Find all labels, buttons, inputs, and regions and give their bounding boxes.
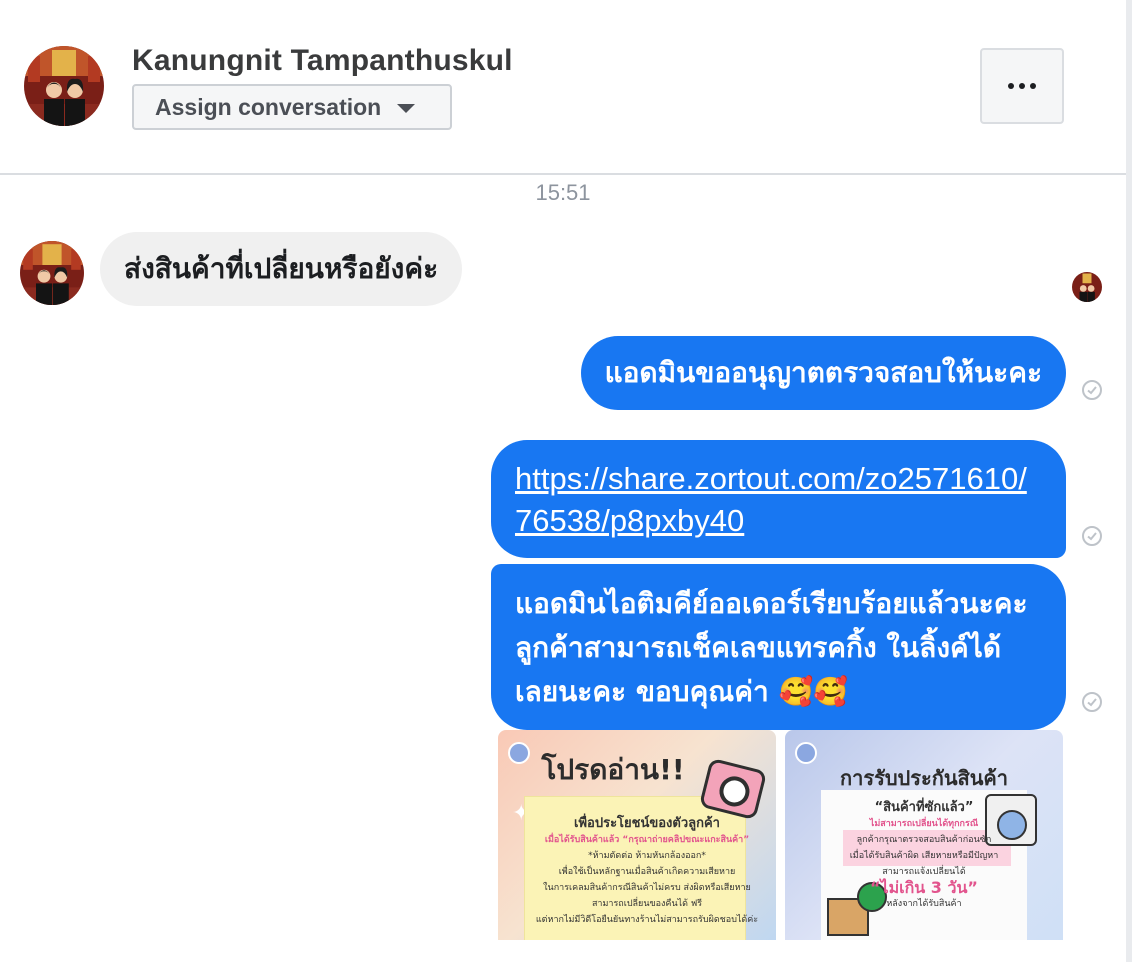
more-horizontal-icon [1008,83,1036,89]
outgoing-message[interactable]: แอดมินขออนุญาตตรวจสอบให้นะคะ [580,336,1066,410]
poster-text: “สินค้าที่ซักแล้ว” ไม่สามารถเปลี่ยนได้ทุ… [849,800,999,909]
incoming-message[interactable]: ส่งสินค้าที่เปลี่ยนหรือยังค่ะ [100,232,463,306]
outgoing-message[interactable]: แอดมินไอติมคีย์ออเดอร์เรียบร้อยแล้วนะคะ … [491,564,1066,730]
outgoing-link-message[interactable]: https://share.zortout.com/zo2571610/7653… [491,440,1066,558]
shop-logo-icon [795,742,817,764]
sent-check-icon [1082,692,1102,712]
poster-text: เพื่อประโยชน์ของตัวลูกค้า เมื่อได้รับสิน… [535,816,759,925]
tracking-link[interactable]: https://share.zortout.com/zo2571610/7653… [515,461,1027,538]
sent-check-icon [1082,526,1102,546]
image-attachment-please-read[interactable]: ✦ ✦ โปรดอ่าน!! เพื่อประโยชน์ของตัวลูกค้า… [498,730,776,940]
assign-conversation-button[interactable]: Assign conversation [132,84,452,130]
contact-avatar[interactable] [24,46,104,126]
message-timestamp: 15:51 [535,180,591,205]
sender-avatar[interactable] [20,241,84,305]
sent-check-icon [1082,380,1102,400]
poster-title: การรับประกันสินค้า [840,766,1008,790]
caret-down-icon [397,104,416,113]
scrollbar-track[interactable] [1126,0,1132,962]
seen-by-avatar [1072,272,1102,302]
conversation-header: Kanungnit Tampanthuskul Assign conversat… [0,0,1126,175]
more-options-button[interactable] [980,48,1064,124]
assign-conversation-label: Assign conversation [155,93,382,120]
image-attachment-warranty[interactable]: ✦ การรับประกันสินค้า “สินค้าที่ซักแล้ว” … [785,730,1063,940]
contact-name[interactable]: Kanungnit Tampanthuskul [132,44,513,78]
